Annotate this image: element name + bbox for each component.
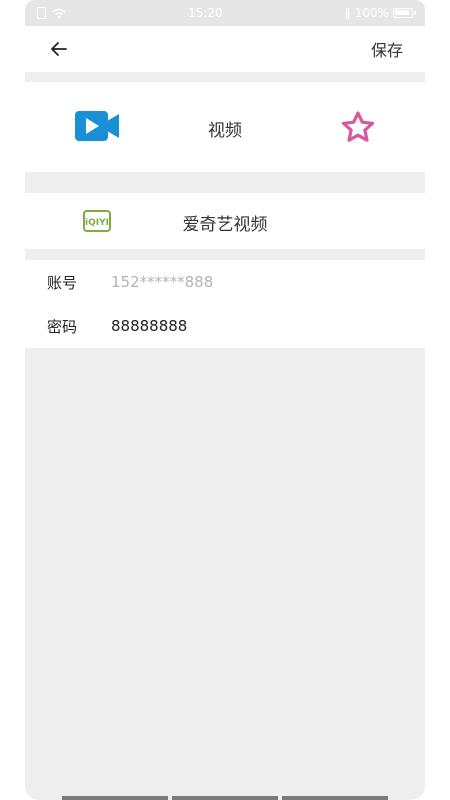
account-row: 账号	[25, 260, 425, 304]
credentials-card: 账号 密码	[25, 260, 425, 348]
password-label: 密码	[47, 317, 78, 336]
status-time: 15:20	[188, 6, 223, 20]
nav-bar-segment[interactable]	[282, 796, 388, 800]
status-right: ∦ 100%	[344, 6, 416, 20]
account-label: 账号	[47, 273, 78, 292]
bottom-nav-indicator	[62, 796, 388, 800]
account-input[interactable]	[111, 267, 405, 297]
app-name: 爱奇艺视频	[182, 215, 268, 235]
wifi-icon	[52, 8, 66, 18]
password-input[interactable]	[111, 311, 405, 341]
nav-bar-segment[interactable]	[62, 796, 168, 800]
header: 保存	[25, 26, 425, 72]
status-bar: 15:20 ∦ 100%	[25, 0, 425, 26]
phone-screen: 15:20 ∦ 100% 保存 视频 iQIYI 爱奇艺视频 账号 152***…	[25, 0, 425, 800]
battery-percent: 100%	[354, 6, 389, 20]
status-left	[37, 7, 66, 19]
app-row[interactable]: iQIYI 爱奇艺视频	[25, 193, 425, 249]
save-button[interactable]: 保存	[371, 37, 403, 61]
back-arrow-icon[interactable]	[49, 39, 69, 59]
star-icon[interactable]	[340, 110, 376, 144]
bluetooth-icon: ∦	[344, 6, 351, 20]
battery-icon	[393, 8, 416, 18]
nav-bar-segment[interactable]	[172, 796, 278, 800]
category-row[interactable]: 视频	[25, 82, 425, 172]
password-row: 密码	[25, 304, 425, 348]
sim-icon	[37, 7, 46, 19]
